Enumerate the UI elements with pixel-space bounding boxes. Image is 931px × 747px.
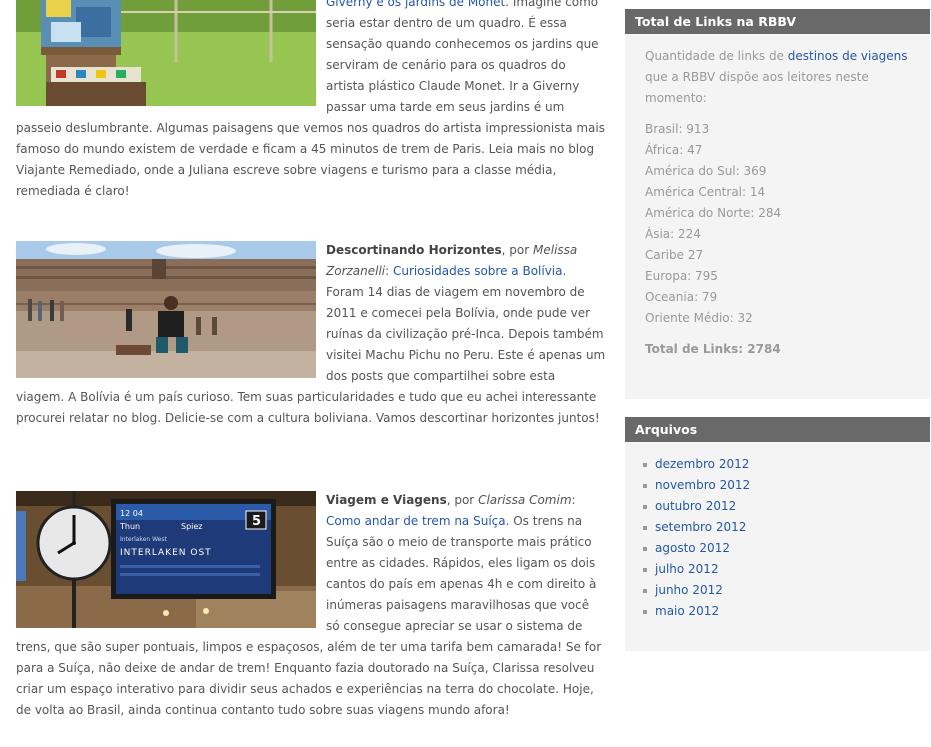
- archive-link-junho-2012[interactable]: junho 2012: [655, 583, 723, 597]
- sign-platform: 5: [252, 514, 261, 529]
- blog-name-descortinando: Descortinando Horizontes: [326, 243, 502, 257]
- bullet-icon: [643, 525, 647, 530]
- archive-widget-title: Arquivos: [625, 417, 930, 442]
- archive-link-setembro-2012[interactable]: setembro 2012: [655, 520, 746, 534]
- sign-city2: Spiez: [181, 522, 203, 531]
- swiss-train-photo[interactable]: 12 04 Thun Spiez Interlaken West INTERLA…: [16, 491, 316, 628]
- archive-link-dezembro-2012[interactable]: dezembro 2012: [655, 457, 749, 471]
- region-list: Brasil: 913 África: 47 América do Sul: 3…: [645, 119, 910, 329]
- post-link-giverny[interactable]: Giverny e os jardins de Monet: [326, 0, 505, 9]
- region-count: América do Sul: 369: [645, 164, 767, 178]
- bullet-icon: [643, 567, 647, 572]
- bullet-icon: [643, 588, 647, 593]
- archive-list: dezembro 2012 novembro 2012 outubro 2012…: [643, 454, 910, 622]
- sign-time: 12 04: [120, 509, 143, 518]
- region-count: Brasil: 913: [645, 122, 710, 136]
- author-clarissa: Clarissa Comim: [478, 493, 572, 507]
- links-intro: Quantidade de links de destinos de viage…: [645, 46, 910, 109]
- archive-item: junho 2012: [643, 580, 910, 601]
- bullet-icon: [643, 504, 647, 509]
- archive-widget-body: dezembro 2012 novembro 2012 outubro 2012…: [625, 442, 930, 636]
- region-count: Caribe 27: [645, 248, 704, 262]
- region-count: Oceania: 79: [645, 290, 718, 304]
- post-giverny: Giverny e os jardins de Monet. Imagine c…: [16, 0, 606, 202]
- region-count: América Central: 14: [645, 185, 766, 199]
- blog-name-viagem: Viagem e Viagens: [326, 493, 447, 507]
- giverny-photo[interactable]: [16, 0, 316, 106]
- links-intro-before: Quantidade de links de: [645, 49, 788, 63]
- archive-item: agosto 2012: [643, 538, 910, 559]
- archive-link-novembro-2012[interactable]: novembro 2012: [655, 478, 750, 492]
- archive-link-maio-2012[interactable]: maio 2012: [655, 604, 719, 618]
- bullet-icon: [643, 462, 647, 467]
- region-count: Oriente Médio: 32: [645, 311, 753, 325]
- bullet-icon: [643, 546, 647, 551]
- post-link-bolivia[interactable]: Curiosidades sobre a Bolívia: [393, 264, 563, 278]
- region-count: Ásia: 224: [645, 227, 701, 241]
- archive-item: novembro 2012: [643, 475, 910, 496]
- archive-item: maio 2012: [643, 601, 910, 622]
- sign-train: Interlaken West: [120, 536, 167, 543]
- por-text: , por: [501, 243, 534, 257]
- separator: :: [571, 493, 576, 507]
- region-count: América do Norte: 284: [645, 206, 782, 220]
- post-link-suica[interactable]: Como andar de trem na Suíça: [326, 514, 506, 528]
- archive-widget: Arquivos dezembro 2012 novembro 2012 out…: [625, 417, 930, 651]
- bolivia-photo[interactable]: [16, 241, 316, 378]
- por-text: , por: [446, 493, 479, 507]
- archive-link-agosto-2012[interactable]: agosto 2012: [655, 541, 730, 555]
- archive-item: julho 2012: [643, 559, 910, 580]
- archive-link-julho-2012[interactable]: julho 2012: [655, 562, 719, 576]
- archive-item: setembro 2012: [643, 517, 910, 538]
- sign-city1: Thun: [119, 522, 140, 531]
- destinos-link[interactable]: destinos de viagens: [788, 49, 908, 63]
- region-count: Europa: 795: [645, 269, 718, 283]
- region-count: África: 47: [645, 143, 703, 157]
- links-widget-title: Total de Links na RBBV: [625, 9, 930, 34]
- links-widget-body: Quantidade de links de destinos de viage…: [625, 34, 930, 374]
- archive-item: outubro 2012: [643, 496, 910, 517]
- post-descortinando: Descortinando Horizontes, por Melissa Zo…: [16, 240, 606, 429]
- archive-link-outubro-2012[interactable]: outubro 2012: [655, 499, 736, 513]
- links-widget: Total de Links na RBBV Quantidade de lin…: [625, 9, 930, 399]
- bullet-icon: [643, 609, 647, 614]
- total-links: Total de Links: 2784: [645, 342, 781, 356]
- post-viagem-e-viagens: 12 04 Thun Spiez Interlaken West INTERLA…: [16, 490, 606, 721]
- sign-dest: INTERLAKEN OST: [120, 548, 212, 558]
- separator: :: [385, 264, 393, 278]
- links-intro-after: que a RBBV dispõe aos leitores neste mom…: [645, 70, 869, 105]
- bullet-icon: [643, 483, 647, 488]
- archive-item: dezembro 2012: [643, 454, 910, 475]
